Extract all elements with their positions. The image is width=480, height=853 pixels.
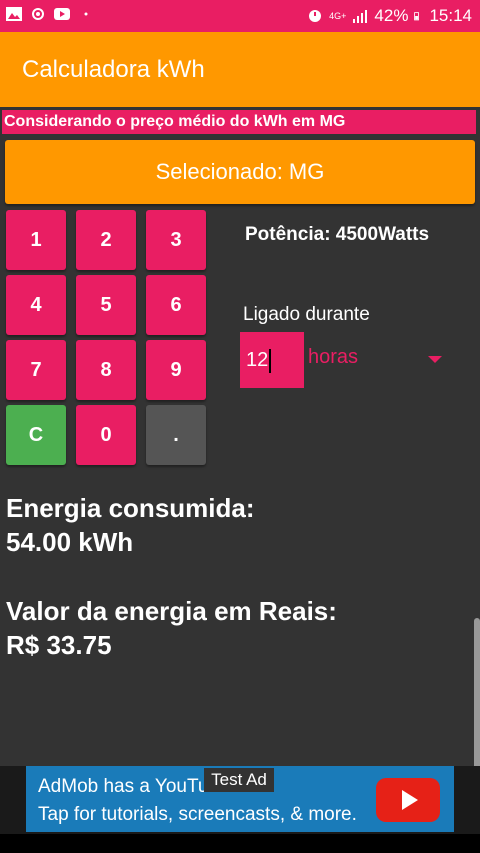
hours-input[interactable]: 12 <box>240 332 304 388</box>
key-7[interactable]: 7 <box>6 340 66 400</box>
test-ad-label: Test Ad <box>204 768 274 792</box>
key-5[interactable]: 5 <box>76 275 136 335</box>
scrollbar[interactable] <box>474 618 480 780</box>
app-bar: Calculadora kWh <box>0 32 480 107</box>
dot-icon <box>84 12 88 16</box>
cast-icon <box>32 8 44 20</box>
cost-value: R$ 33.75 <box>6 630 112 660</box>
key-0[interactable]: 0 <box>76 405 136 465</box>
text-cursor <box>269 348 272 373</box>
image-icon <box>6 7 22 21</box>
key-1[interactable]: 1 <box>6 210 66 270</box>
key-2[interactable]: 2 <box>76 210 136 270</box>
energy-value: 54.00 kWh <box>6 527 134 557</box>
unit-select[interactable]: horas <box>308 346 358 369</box>
signal-icon <box>353 10 368 23</box>
key-8[interactable]: 8 <box>76 340 136 400</box>
battery-percent: 42% <box>374 6 409 25</box>
power-label: Potência: 4500Watts <box>245 224 430 245</box>
energy-label: Energia consumida: <box>6 493 255 523</box>
alarm-icon <box>309 10 322 22</box>
key-6[interactable]: 6 <box>146 275 206 335</box>
ad-line-2: Tap for tutorials, screencasts, & more. <box>38 804 357 825</box>
battery-icon <box>414 12 420 21</box>
network-type-label: 4G+ <box>329 11 347 21</box>
key-4[interactable]: 4 <box>6 275 66 335</box>
status-bar: 4G+ 42% 15:14 <box>0 0 480 32</box>
clear-key[interactable]: C <box>6 405 66 465</box>
dropdown-arrow-icon[interactable] <box>428 356 442 363</box>
key-9[interactable]: 9 <box>146 340 206 400</box>
clock: 15:14 <box>429 6 472 25</box>
youtube-play-icon <box>376 778 440 822</box>
hours-input-value: 12 <box>246 349 269 371</box>
youtube-icon <box>54 8 70 20</box>
info-banner: Considerando o preço médio do kWh em MG <box>2 110 476 134</box>
duration-label: Ligado durante <box>243 304 370 325</box>
navigation-bar <box>0 834 480 853</box>
key-3[interactable]: 3 <box>146 210 206 270</box>
state-select-button[interactable]: Selecionado: MG <box>5 140 475 204</box>
cost-label: Valor da energia em Reais: <box>6 596 337 626</box>
app-title: Calculadora kWh <box>22 56 205 83</box>
decimal-key[interactable]: . <box>146 405 206 465</box>
